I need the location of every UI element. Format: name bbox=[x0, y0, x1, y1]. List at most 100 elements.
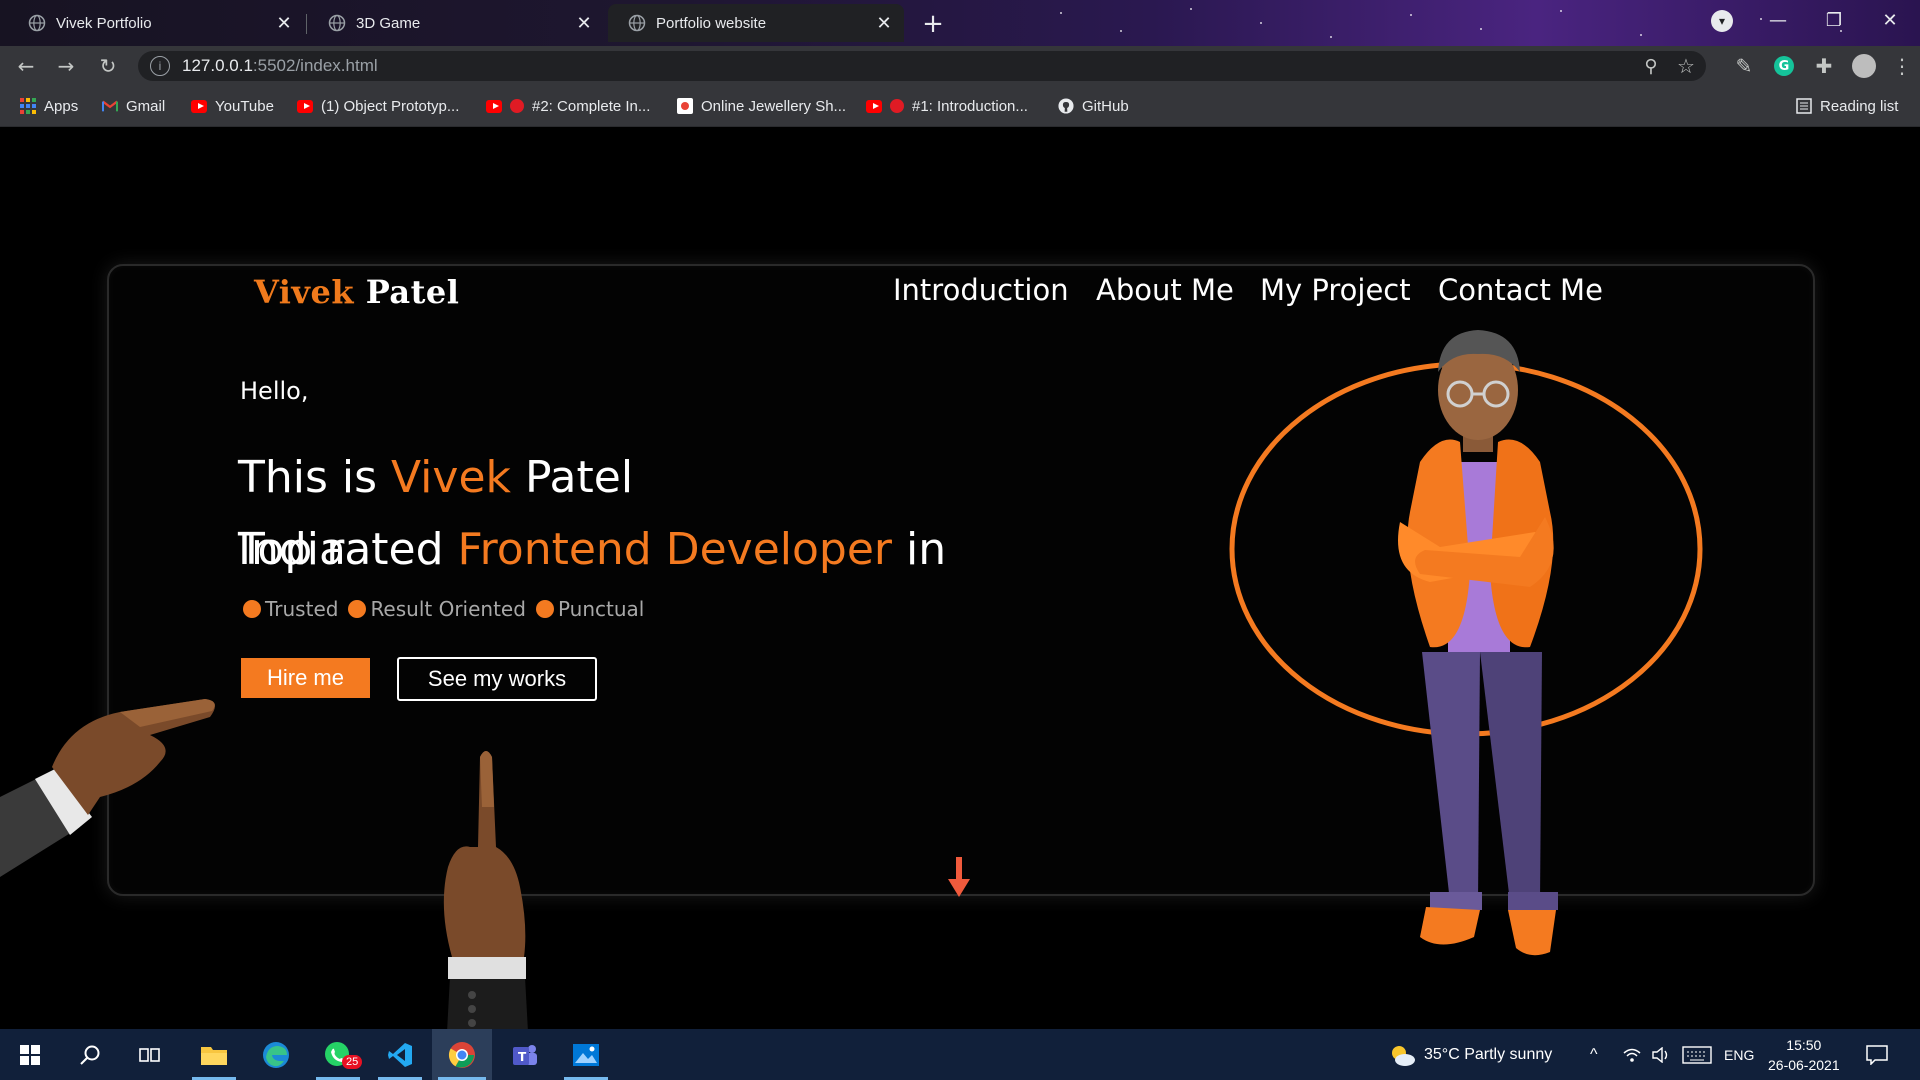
see-my-works-button[interactable]: See my works bbox=[397, 657, 597, 701]
tab-vivek-portfolio[interactable]: Vivek Portfolio ✕ bbox=[8, 4, 304, 42]
language-indicator[interactable]: ENG bbox=[1724, 1029, 1754, 1080]
teams-icon[interactable]: T bbox=[496, 1029, 552, 1080]
bookmark-label: #1: Introduction... bbox=[912, 97, 1028, 115]
restore-button[interactable]: ❐ bbox=[1806, 0, 1862, 40]
reload-icon[interactable]: ↻ bbox=[92, 46, 124, 86]
bookmark-label: #2: Complete In... bbox=[532, 97, 651, 115]
nav-introduction[interactable]: Introduction bbox=[893, 273, 1069, 307]
new-tab-button[interactable]: + bbox=[916, 7, 950, 41]
record-dot-icon bbox=[510, 99, 524, 113]
notification-badge: 25 bbox=[342, 1055, 363, 1069]
bookmark-youtube[interactable]: YouTube bbox=[191, 86, 274, 126]
github-icon bbox=[1058, 98, 1074, 114]
windows-start-icon[interactable] bbox=[2, 1029, 58, 1080]
forward-arrow-icon[interactable]: → bbox=[50, 46, 82, 86]
youtube-icon bbox=[866, 98, 882, 114]
keyboard-icon[interactable] bbox=[1682, 1029, 1712, 1080]
tab-title: Portfolio website bbox=[656, 14, 767, 32]
network-icon[interactable] bbox=[1622, 1029, 1642, 1080]
brand-logo[interactable]: Vivek Patel bbox=[254, 273, 459, 311]
intro-name-last: Patel bbox=[511, 452, 634, 503]
bookmark-apps[interactable]: Apps bbox=[20, 86, 78, 126]
more-menu-icon[interactable]: ⋮ bbox=[1884, 46, 1920, 86]
profile-avatar-icon[interactable] bbox=[1844, 46, 1884, 86]
pointing-hand-illustration bbox=[0, 699, 215, 877]
tag-result-oriented: Result Oriented bbox=[348, 597, 526, 621]
reading-list-icon bbox=[1796, 98, 1812, 114]
close-tab-icon[interactable]: ✕ bbox=[572, 13, 596, 34]
bookmark-object-prototype[interactable]: (1) Object Prototyp... bbox=[297, 86, 459, 126]
youtube-icon bbox=[486, 98, 502, 114]
reading-list[interactable]: Reading list bbox=[1796, 86, 1898, 126]
close-tab-icon[interactable]: ✕ bbox=[272, 13, 296, 34]
record-dot-icon bbox=[890, 99, 904, 113]
bookmark-star-icon[interactable]: ☆ bbox=[1666, 54, 1706, 79]
tag-label: Punctual bbox=[557, 597, 645, 621]
bookmark-label: YouTube bbox=[215, 97, 274, 115]
grammarly-icon[interactable]: G bbox=[1764, 46, 1804, 86]
weather-text: 35°C Partly sunny bbox=[1424, 1045, 1553, 1063]
scroll-down-arrow-icon[interactable] bbox=[948, 857, 970, 899]
browser-toolbar: ← → ↻ i 127.0.0.1:5502/index.html ⚲ ☆ ✎ … bbox=[0, 46, 1920, 86]
hire-me-button[interactable]: Hire me bbox=[241, 658, 370, 698]
address-bar[interactable]: i 127.0.0.1:5502/index.html ⚲ ☆ bbox=[138, 51, 1706, 81]
bookmark-online-jewellery[interactable]: Online Jewellery Sh... bbox=[677, 86, 846, 126]
svg-text:T: T bbox=[518, 1050, 527, 1064]
extensions-area: ✎ G ✚ ⋮ bbox=[1724, 46, 1920, 86]
zoom-icon[interactable]: ⚲ bbox=[1636, 56, 1666, 77]
extensions-puzzle-icon[interactable]: ✚ bbox=[1804, 46, 1844, 86]
hello-text: Hello, bbox=[240, 377, 309, 405]
task-view-icon[interactable] bbox=[122, 1029, 178, 1080]
role-text: Frontend Developer bbox=[457, 524, 893, 575]
partly-sunny-icon bbox=[1392, 1045, 1415, 1066]
vscode-icon[interactable] bbox=[372, 1029, 428, 1080]
tab-title: Vivek Portfolio bbox=[56, 14, 152, 32]
file-explorer-icon[interactable] bbox=[186, 1029, 242, 1080]
bookmark-label: Online Jewellery Sh... bbox=[701, 97, 847, 115]
pen-extension-icon[interactable]: ✎ bbox=[1724, 46, 1764, 86]
tag-punctual: Punctual bbox=[535, 597, 645, 621]
nav-contact-me[interactable]: Contact Me bbox=[1438, 273, 1603, 307]
photos-icon[interactable] bbox=[558, 1029, 614, 1080]
tag-label: Result Oriented bbox=[370, 597, 526, 621]
search-icon[interactable] bbox=[62, 1029, 118, 1080]
trait-tags: Trusted Result Oriented Punctual bbox=[243, 597, 654, 621]
windows-taskbar: 25 T 35°C Partly sunny ^ ENG 15:50 26-06… bbox=[0, 1029, 1920, 1080]
nav-my-project[interactable]: My Project bbox=[1260, 273, 1411, 307]
bookmark-introduction[interactable]: #1: Introduction... bbox=[866, 86, 1028, 126]
bookmark-label: (1) Object Prototyp... bbox=[321, 97, 460, 115]
typed-heading: Top rated India Frontend Developer in bbox=[238, 524, 946, 575]
tab-3d-game[interactable]: 3D Game ✕ bbox=[308, 4, 604, 42]
chrome-icon[interactable] bbox=[432, 1029, 492, 1080]
back-arrow-icon[interactable]: ← bbox=[10, 46, 42, 86]
edge-browser-icon[interactable] bbox=[248, 1029, 304, 1080]
whatsapp-icon[interactable]: 25 bbox=[310, 1029, 366, 1080]
bookmark-label: Apps bbox=[44, 97, 79, 115]
tab-search-icon[interactable]: ▾ bbox=[1711, 10, 1733, 32]
url-path: :5502/index.html bbox=[252, 56, 378, 75]
bookmark-github[interactable]: GitHub bbox=[1058, 86, 1129, 126]
tab-portfolio-website[interactable]: Portfolio website ✕ bbox=[608, 4, 904, 42]
minimize-button[interactable]: — bbox=[1750, 0, 1806, 40]
close-tab-icon[interactable]: ✕ bbox=[872, 13, 896, 34]
nav-about-me[interactable]: About Me bbox=[1096, 273, 1234, 307]
show-hidden-icons-chevron-icon[interactable]: ^ bbox=[1590, 1029, 1598, 1080]
globe-icon bbox=[328, 14, 346, 32]
bullet-dot-icon bbox=[535, 600, 554, 618]
clock[interactable]: 15:50 26-06-2021 bbox=[1768, 1029, 1840, 1080]
close-window-button[interactable]: ✕ bbox=[1862, 0, 1918, 40]
weather-widget[interactable]: 35°C Partly sunny bbox=[1388, 1029, 1552, 1080]
intro-prefix: This is bbox=[238, 452, 392, 503]
notifications-icon[interactable] bbox=[1866, 1029, 1888, 1080]
volume-icon[interactable] bbox=[1652, 1029, 1672, 1080]
bookmark-complete-in[interactable]: #2: Complete In... bbox=[486, 86, 650, 126]
bookmarks-bar: Apps Gmail YouTube (1) Object Prototyp..… bbox=[0, 86, 1920, 127]
intro-name-first: Vivek bbox=[391, 452, 511, 503]
typed-text-india: India bbox=[238, 524, 346, 575]
typed-text: Top rated India bbox=[238, 524, 444, 575]
bullet-dot-icon bbox=[243, 600, 261, 618]
globe-icon bbox=[28, 14, 46, 32]
raised-finger-illustration bbox=[443, 751, 528, 1029]
bookmark-gmail[interactable]: Gmail bbox=[102, 86, 165, 126]
site-info-icon[interactable]: i bbox=[150, 56, 170, 76]
